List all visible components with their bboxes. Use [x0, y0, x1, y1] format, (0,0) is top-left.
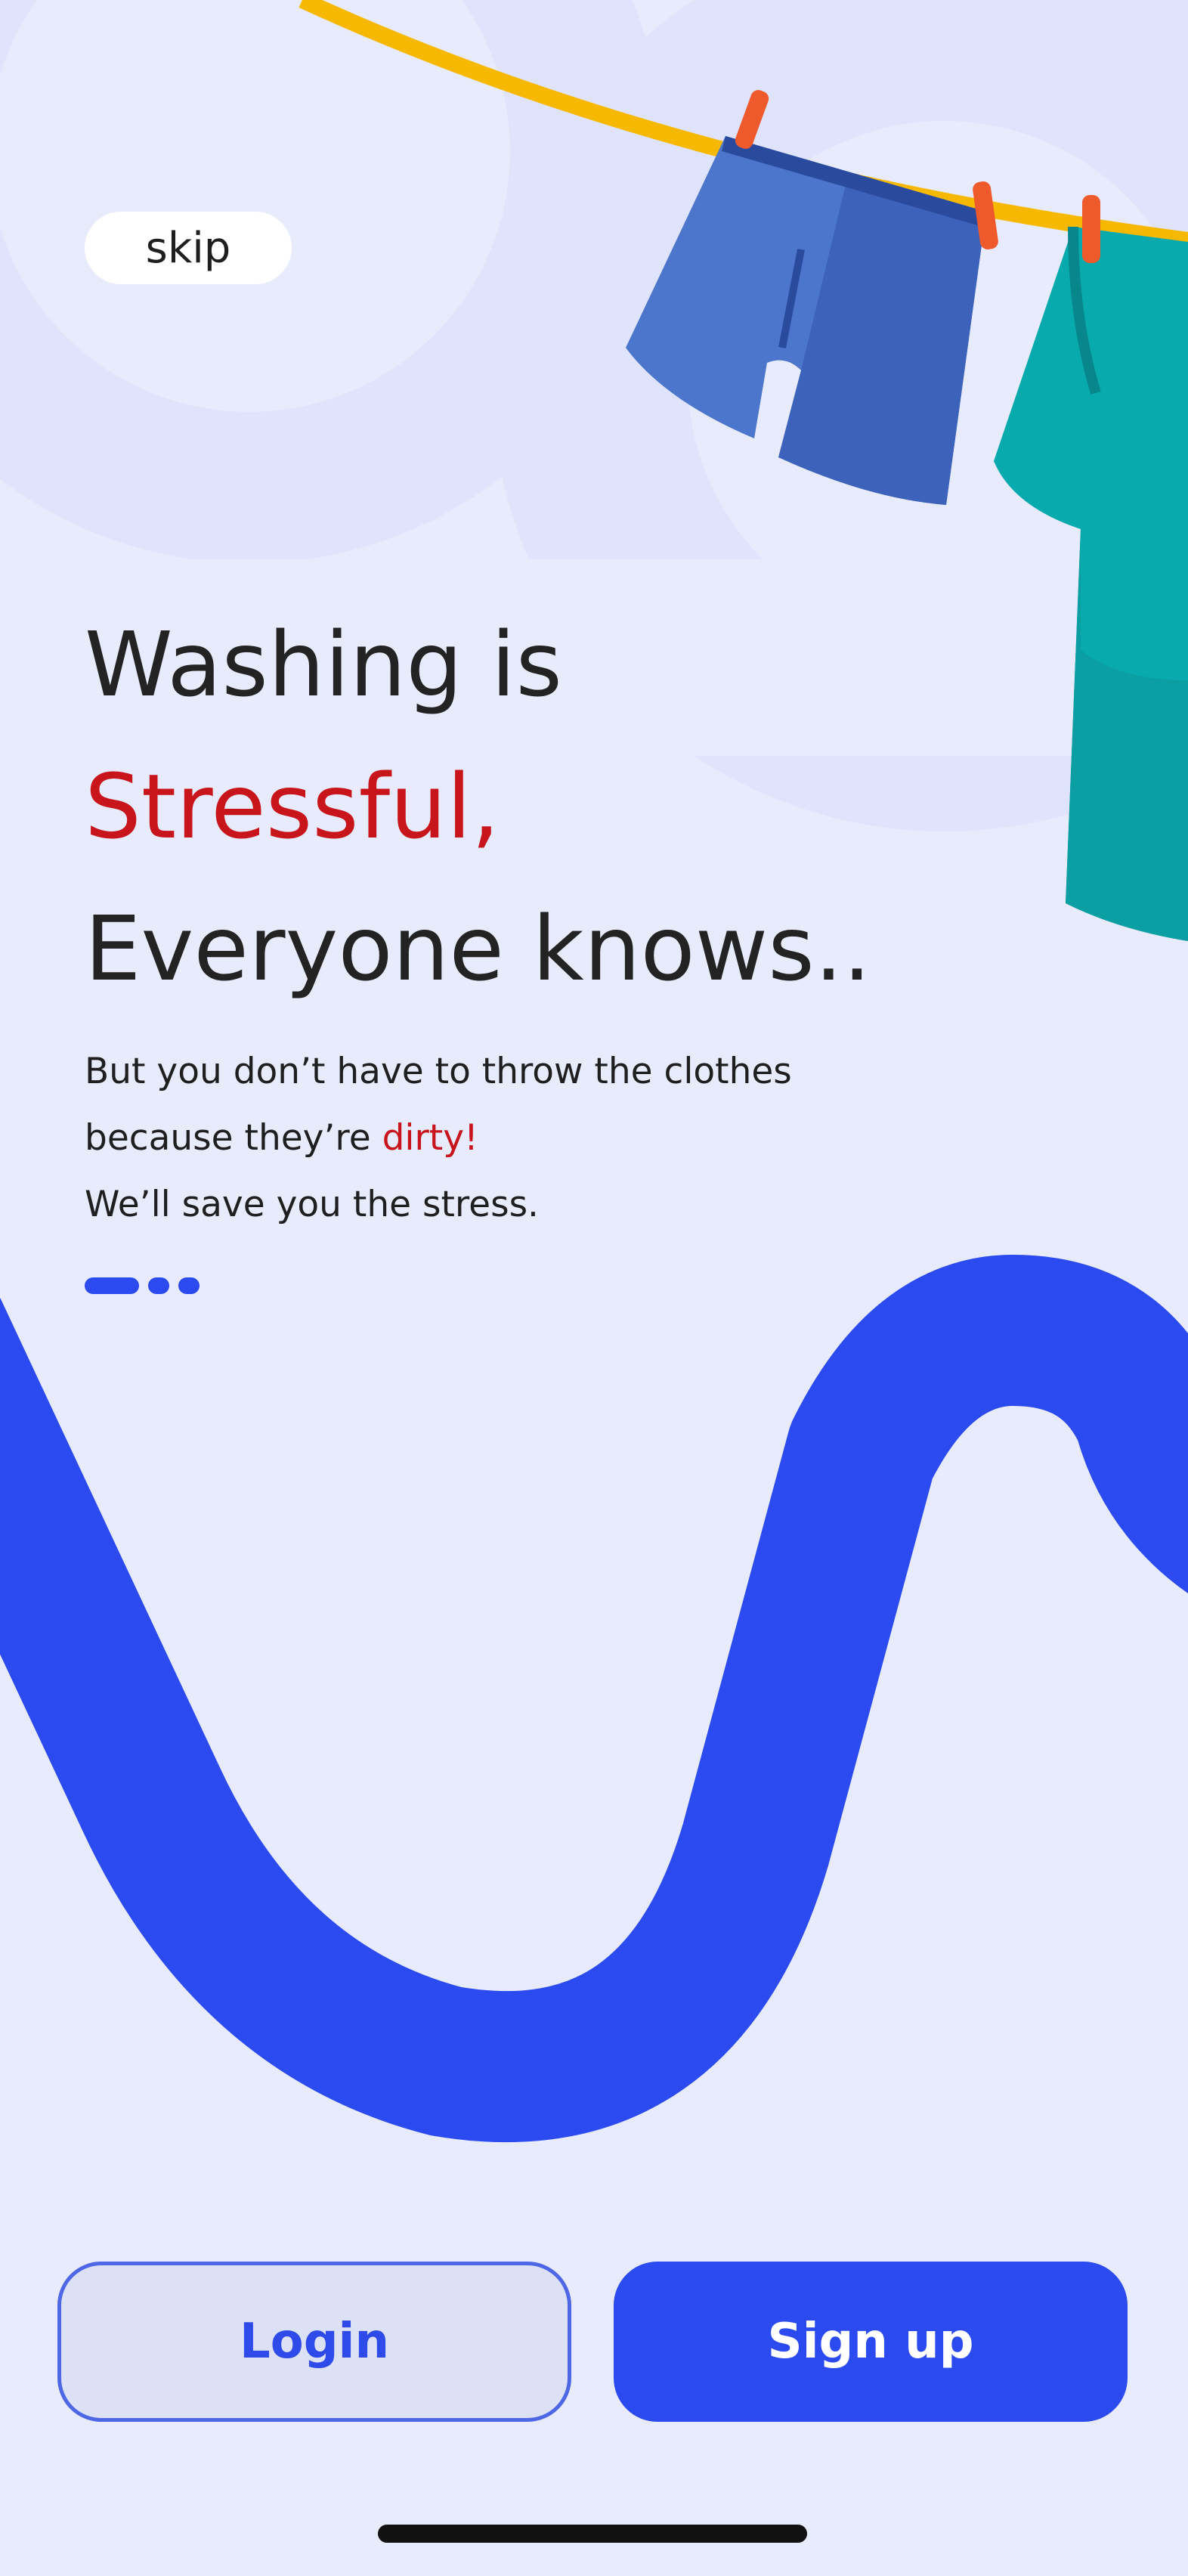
description-line-2-text: because they’re — [85, 1117, 382, 1159]
home-indicator — [378, 2525, 807, 2543]
description-line-3: We’ll save you the stress. — [85, 1184, 539, 1225]
page-indicator — [85, 1277, 200, 1294]
decorative-wave — [0, 1255, 1188, 2143]
description-line-2: because they’re dirty! — [85, 1117, 478, 1159]
page-dot[interactable] — [148, 1277, 169, 1294]
page-dot[interactable] — [178, 1277, 200, 1294]
onboarding-screen: skip Washing is Stressful, Everyone know… — [0, 0, 1188, 2576]
description-line-1: But you don’t have to throw the clothes — [85, 1051, 792, 1092]
description-highlight: dirty! — [382, 1117, 478, 1159]
headline-line-1: Washing is — [85, 612, 562, 717]
skip-button[interactable]: skip — [85, 212, 292, 284]
headline-line-3: Everyone knows.. — [85, 896, 871, 1001]
login-button[interactable]: Login — [57, 2262, 571, 2422]
signup-button[interactable]: Sign up — [614, 2262, 1128, 2422]
headline-line-2: Stressful, — [85, 754, 500, 859]
page-dot-active[interactable] — [85, 1277, 139, 1294]
